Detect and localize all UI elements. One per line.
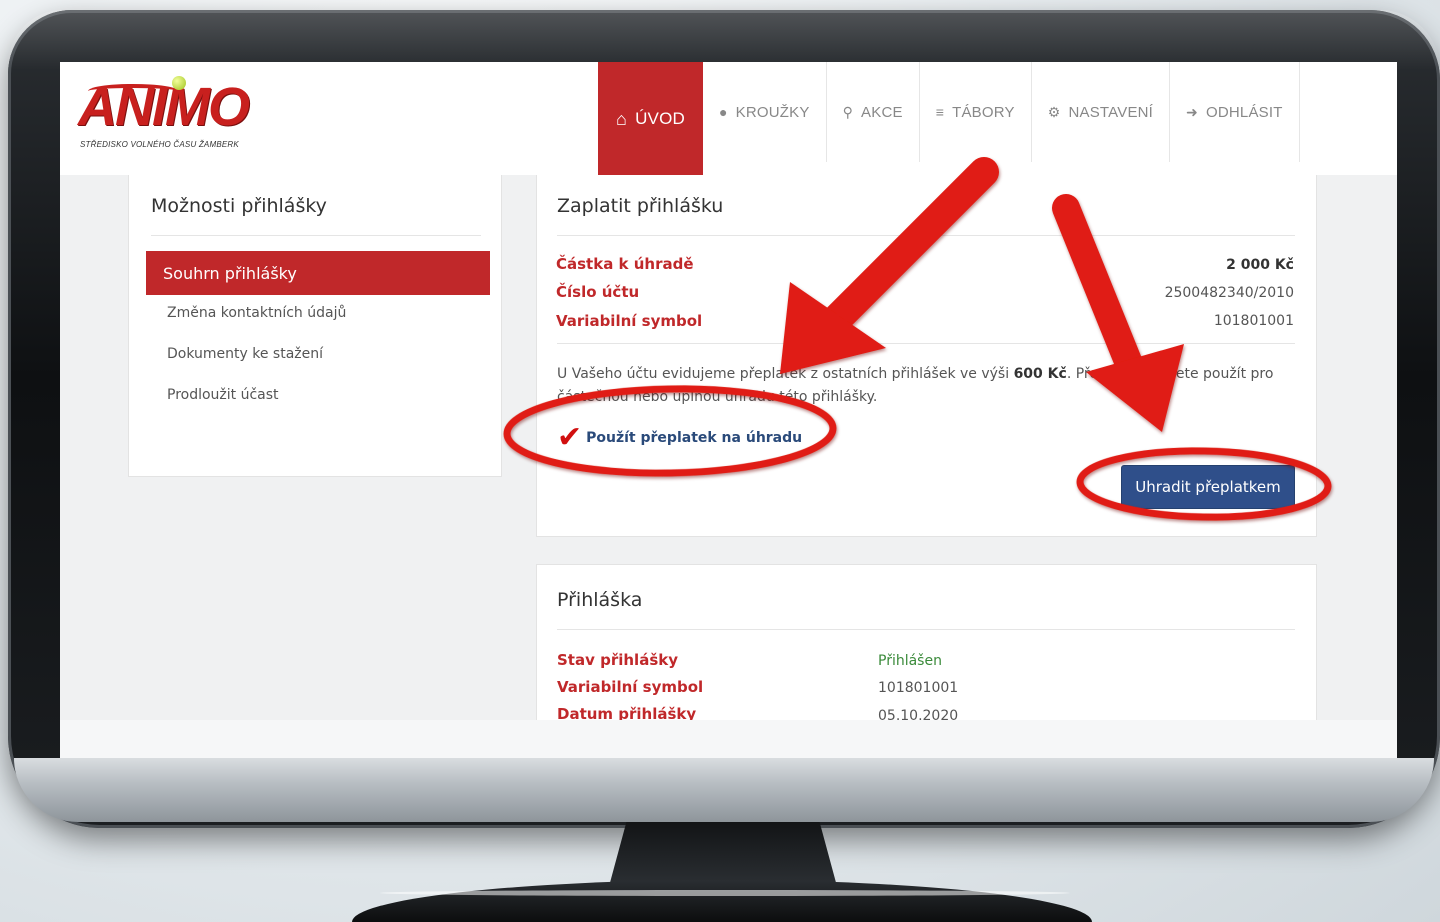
nav-label: TÁBORY [952,103,1015,121]
nav-label: KROUŽKY [735,103,810,121]
payment-divider-2 [557,343,1295,344]
logo-ball-icon [172,76,186,90]
screen: ANIMO STŘEDISKO VOLNÉHO ČASU ŽAMBERK ⌂ Ú… [60,62,1397,758]
amount-value: 2 000 Kč [1226,257,1294,273]
status-label: Stav přihlášky [557,651,678,669]
nav-tabory[interactable]: ≡ TÁBORY [920,62,1032,162]
application-divider [557,629,1295,630]
logo-wordmark: ANIMO [78,77,250,137]
site-header: ANIMO STŘEDISKO VOLNÉHO ČASU ŽAMBERK ⌂ Ú… [60,62,1397,175]
info-amount: 600 Kč [1013,366,1067,382]
nav-krouzky[interactable]: ● KROUŽKY [703,62,827,162]
payment-panel: Zaplatit přihlášku Částka k úhradě 2 000… [536,175,1317,537]
animo-logo[interactable]: ANIMO STŘEDISKO VOLNÉHO ČASU ŽAMBERK [78,76,268,156]
gear-icon: ⚙ [1047,104,1061,120]
use-overpay-checkbox[interactable]: ✔ Použít přeplatek na úhradu [557,423,802,453]
sidebar-panel: Možnosti přihlášky Souhrn přihlášky Změn… [128,175,502,477]
amount-label: Částka k úhradě [556,255,694,273]
payment-divider [557,235,1295,236]
app-vs-value: 101801001 [878,680,959,696]
nav-label: ÚVOD [635,108,685,128]
nav-uvod[interactable]: ⌂ ÚVOD [598,62,703,175]
info-text-1: U Vašeho účtu evidujeme přeplatek z osta… [557,366,1014,382]
account-value: 2500482340/2010 [1164,285,1294,301]
sidebar-divider [151,235,481,236]
vs-value: 101801001 [1213,313,1294,329]
nav-nastaveni[interactable]: ⚙ NASTAVENÍ [1032,62,1171,162]
monitor-base-shine [380,890,1070,896]
home-icon: ⌂ [616,108,628,129]
nav-label: ODHLÁSIT [1205,103,1283,121]
logout-icon: ➜ [1186,104,1198,120]
checkmark-icon: ✔ [557,420,583,455]
trophy-icon: ⚲ [842,104,854,120]
sidebar-item-zmena-kontaktu[interactable]: Změna kontaktních údajů [167,305,346,321]
sidebar-title: Možnosti přihlášky [151,195,327,217]
nav-label: AKCE [861,103,903,121]
payment-title: Zaplatit přihlášku [557,195,724,217]
monitor-base [352,880,1092,922]
app-vs-label: Variabilní symbol [557,678,704,696]
vs-label: Variabilní symbol [556,312,703,330]
nav-label: NASTAVENÍ [1068,103,1154,121]
main-nav: ⌂ ÚVOD ● KROUŽKY ⚲ AKCE ≡ TÁBORY ⚙ NASTA… [598,62,1300,175]
signpost-icon: ≡ [935,104,945,120]
status-value: Přihlášen [878,653,942,669]
application-title: Přihláška [557,589,643,611]
screen-bottom-strip [60,720,1397,758]
sidebar-item-souhrn[interactable]: Souhrn přihlášky [146,251,490,295]
sidebar-item-dokumenty[interactable]: Dokumenty ke stažení [167,346,323,362]
monitor-bezel-bottom [14,758,1434,822]
nav-akce[interactable]: ⚲ AKCE [827,62,920,162]
overpayment-info: U Vašeho účtu evidujeme přeplatek z osta… [557,363,1297,409]
pay-with-overpayment-button[interactable]: Uhradit přeplatkem [1121,465,1295,509]
logo-tagline: STŘEDISKO VOLNÉHO ČASU ŽAMBERK [80,140,239,149]
sidebar-item-prodlouzit[interactable]: Prodloužit účast [167,387,279,403]
lightbulb-icon: ● [719,104,728,120]
account-label: Číslo účtu [556,283,640,301]
nav-odhlasit[interactable]: ➜ ODHLÁSIT [1170,62,1300,162]
use-overpay-label: Použít přeplatek na úhradu [586,430,803,446]
